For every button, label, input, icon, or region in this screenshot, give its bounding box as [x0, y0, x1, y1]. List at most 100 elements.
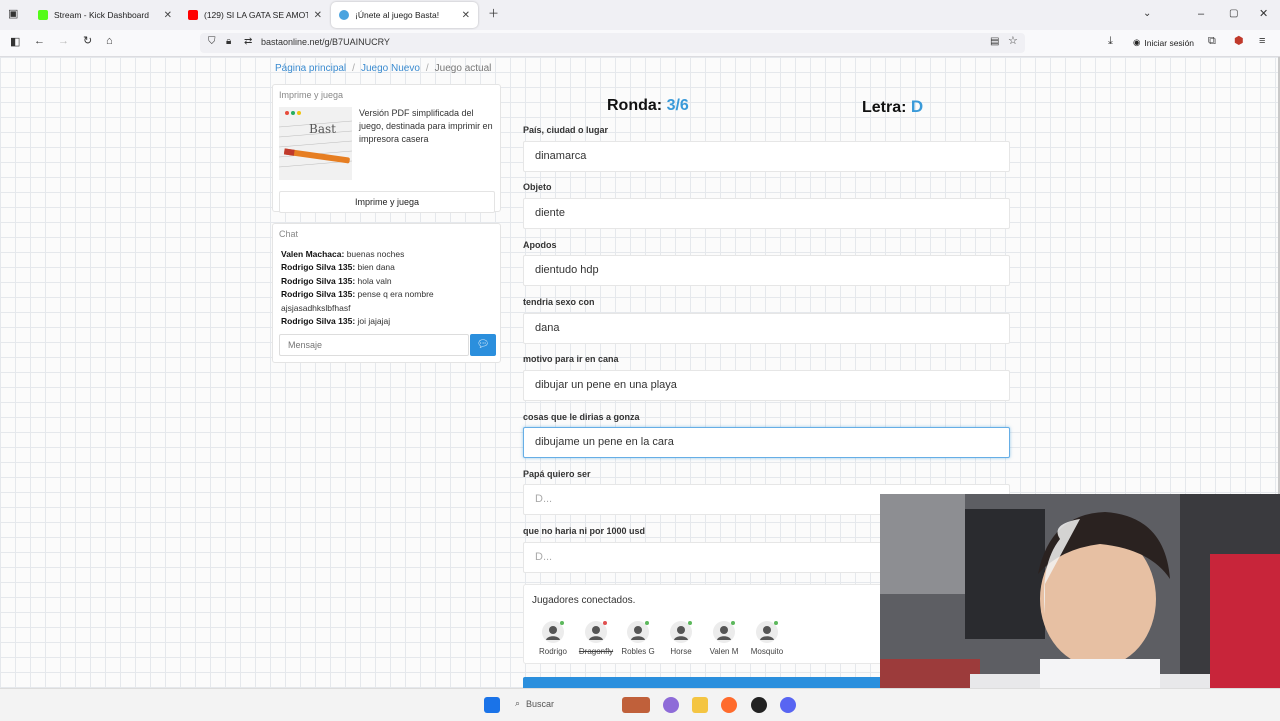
players-title: Jugadores conectados.	[532, 595, 636, 606]
user-avatar-icon	[627, 621, 649, 643]
user-avatar-icon	[670, 621, 692, 643]
reload-icon[interactable]: ↻	[83, 36, 92, 47]
status-dot	[645, 621, 649, 625]
tab-title: ¡Únete al juego Basta!	[355, 10, 440, 20]
user-avatar-icon	[542, 621, 564, 643]
print-and-play-button[interactable]: Imprime y juega	[279, 191, 495, 213]
letter-label: Letra:	[862, 99, 907, 116]
tab-kick-dashboard[interactable]: Stream - Kick Dashboard ✕	[30, 2, 180, 28]
status-dot	[560, 621, 564, 625]
player-item[interactable]: Dragonfly	[575, 621, 617, 656]
breadcrumb-new-game-link[interactable]: Juego Nuevo	[361, 63, 420, 74]
breadcrumb-home-link[interactable]: Página principal	[275, 63, 346, 74]
user-avatar-icon	[713, 621, 735, 643]
tab-list-icon[interactable]: ▣	[8, 9, 18, 20]
print-pdf-thumbnail[interactable]: Bast	[279, 107, 352, 180]
player-item[interactable]: Rodrigo	[532, 621, 574, 656]
menu-icon[interactable]: ≡	[1259, 36, 1265, 47]
discord-icon[interactable]	[780, 697, 796, 713]
chat-message: Rodrigo Silva 135: pense q era nombre aj…	[281, 288, 496, 315]
widgets-icon[interactable]	[622, 697, 650, 713]
chat-message-text: joi jajajaj	[357, 316, 391, 327]
windows-taskbar: ⌕ Buscar	[0, 688, 1280, 721]
chat-message-user: Rodrigo Silva 135:	[281, 262, 356, 273]
extensions-icon[interactable]: ⧉	[1208, 36, 1216, 47]
player-item[interactable]: Mosquito	[746, 621, 788, 656]
player-item[interactable]: Robles G	[617, 621, 659, 656]
permissions-icon[interactable]: ⇄	[244, 37, 252, 47]
chat-panel: Chat Valen Machaca: buenas noches Rodrig…	[272, 223, 501, 363]
address-bar[interactable]: ⛉ 🔒︎ ⇄ bastaonline.net/g/B7UAINUCRY ▤ ☆	[200, 33, 1025, 53]
chat-message-text: buenas noches	[346, 249, 405, 259]
category-label: motivo para ir en cana	[523, 354, 619, 364]
connected-players-panel: Jugadores conectados. Rodrigo Dragonfly …	[523, 584, 883, 664]
signin-label: Iniciar sesión	[1144, 37, 1195, 48]
player-name: Rodrigo	[538, 647, 567, 656]
lock-icon[interactable]: 🔒︎	[226, 37, 231, 47]
round-value: 3/6	[666, 97, 689, 114]
player-name: Valen M	[709, 647, 739, 656]
maximize-icon[interactable]: ▢	[1229, 9, 1238, 19]
chat-send-button[interactable]: 💬︎	[470, 334, 496, 356]
round-label: Ronda:	[607, 97, 663, 114]
copilot-icon[interactable]	[663, 697, 679, 713]
category-label: que no haria ni por 1000 usd	[523, 526, 646, 536]
obs-icon[interactable]	[751, 697, 767, 713]
close-tab-icon[interactable]: ✕	[164, 10, 172, 21]
category-input[interactable]: dibujar un pene en una playa	[523, 370, 1010, 401]
new-tab-icon[interactable]: ＋	[488, 9, 499, 20]
status-dot	[603, 621, 607, 625]
downloads-icon[interactable]: ⤓	[1108, 36, 1113, 47]
breadcrumb-separator: /	[425, 63, 429, 74]
chat-message-input[interactable]	[279, 334, 469, 356]
chevron-down-icon[interactable]: ⌄	[1143, 9, 1151, 19]
shield-icon[interactable]: ⛉	[208, 37, 216, 47]
bookmark-star-icon[interactable]: ☆	[1008, 36, 1018, 47]
minimize-icon[interactable]: –	[1198, 9, 1204, 20]
category-label: cosas que le dirias a gonza	[523, 412, 640, 422]
player-name: Horse	[670, 647, 692, 656]
webcam-overlay	[880, 494, 1280, 720]
signin-button[interactable]: ◉ Iniciar sesión	[1133, 37, 1194, 48]
close-window-icon[interactable]: ✕	[1259, 9, 1268, 20]
tab-title: Stream - Kick Dashboard	[54, 10, 149, 20]
submit-button[interactable]	[523, 677, 883, 688]
chat-message-user: Valen Machaca:	[281, 249, 345, 259]
round-indicator: Ronda: 3/6	[607, 97, 689, 115]
sidebar-icon[interactable]: ◧	[10, 37, 20, 48]
chat-message: Rodrigo Silva 135: hola valn	[281, 275, 496, 288]
category-label: tendria sexo con	[523, 297, 595, 307]
close-tab-icon[interactable]: ✕	[314, 10, 322, 21]
firefox-icon[interactable]	[721, 697, 737, 713]
player-item[interactable]: Valen M	[703, 621, 745, 656]
category-input[interactable]: dinamarca	[523, 141, 1010, 172]
file-explorer-icon[interactable]	[692, 697, 708, 713]
close-tab-icon[interactable]: ✕	[462, 10, 470, 21]
chat-message-text: hola valn	[357, 275, 392, 286]
tab-basta[interactable]: ¡Únete al juego Basta! ✕	[331, 2, 478, 28]
status-dot	[688, 621, 692, 625]
player-item[interactable]: Horse	[660, 621, 702, 656]
taskbar-search-label: Buscar	[526, 698, 555, 709]
reader-view-icon[interactable]: ▤	[990, 37, 999, 47]
category-label: Apodos	[523, 240, 557, 250]
forward-icon[interactable]: →	[58, 36, 69, 47]
url-text: bastaonline.net/g/B7UAINUCRY	[261, 37, 390, 47]
player-name: Dragonfly	[578, 647, 614, 656]
back-icon[interactable]: ←	[34, 36, 45, 47]
category-input-focused[interactable]: dibujame un pene en la cara	[523, 427, 1010, 458]
taskbar-search[interactable]: ⌕ Buscar	[515, 698, 554, 709]
browser-navbar: ◧ ← → ↻ ⌂ ⛉ 🔒︎ ⇄ bastaonline.net/g/B7UAI…	[0, 30, 1280, 57]
chat-message: Valen Machaca: buenas noches	[281, 248, 496, 261]
basta-favicon-icon	[339, 10, 349, 20]
basta-sheet-image: Bast	[279, 107, 352, 180]
category-input[interactable]: diente	[523, 198, 1010, 229]
tab-youtube[interactable]: (129) SI LA GATA SE AMOTINAR ✕	[180, 2, 330, 28]
search-icon: ⌕	[515, 698, 521, 708]
category-input[interactable]: dana	[523, 313, 1010, 344]
user-avatar-icon	[585, 621, 607, 643]
home-icon[interactable]: ⌂	[106, 36, 113, 47]
windows-start-icon[interactable]	[484, 697, 500, 713]
extension-badge-icon[interactable]: ⬢	[1234, 36, 1244, 47]
category-input[interactable]: dientudo hdp	[523, 255, 1010, 286]
